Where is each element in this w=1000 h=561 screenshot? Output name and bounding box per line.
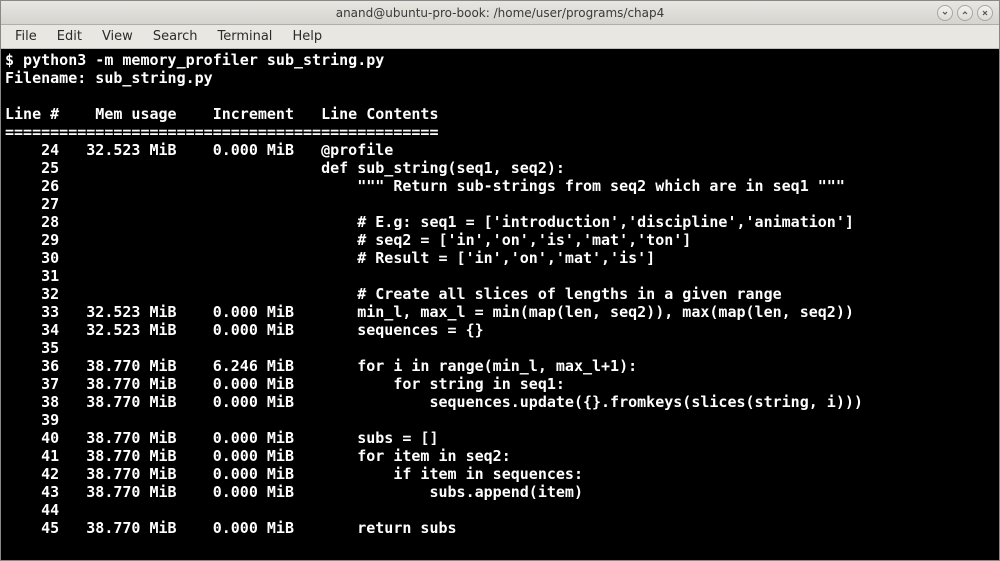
window-titlebar: anand@ubuntu-pro-book: /home/user/progra… [1, 1, 999, 25]
menu-terminal[interactable]: Terminal [207, 27, 282, 46]
maximize-button[interactable] [957, 5, 973, 21]
terminal-output[interactable]: $ python3 -m memory_profiler sub_string.… [1, 49, 999, 560]
window-controls [937, 5, 993, 21]
menubar: File Edit View Search Terminal Help [1, 25, 999, 49]
close-button[interactable] [977, 5, 993, 21]
menu-view[interactable]: View [92, 27, 143, 46]
menu-search[interactable]: Search [143, 27, 208, 46]
window-title: anand@ubuntu-pro-book: /home/user/progra… [7, 6, 993, 20]
menu-edit[interactable]: Edit [47, 27, 92, 46]
menu-help[interactable]: Help [282, 27, 332, 46]
minimize-button[interactable] [937, 5, 953, 21]
menu-file[interactable]: File [5, 27, 47, 46]
